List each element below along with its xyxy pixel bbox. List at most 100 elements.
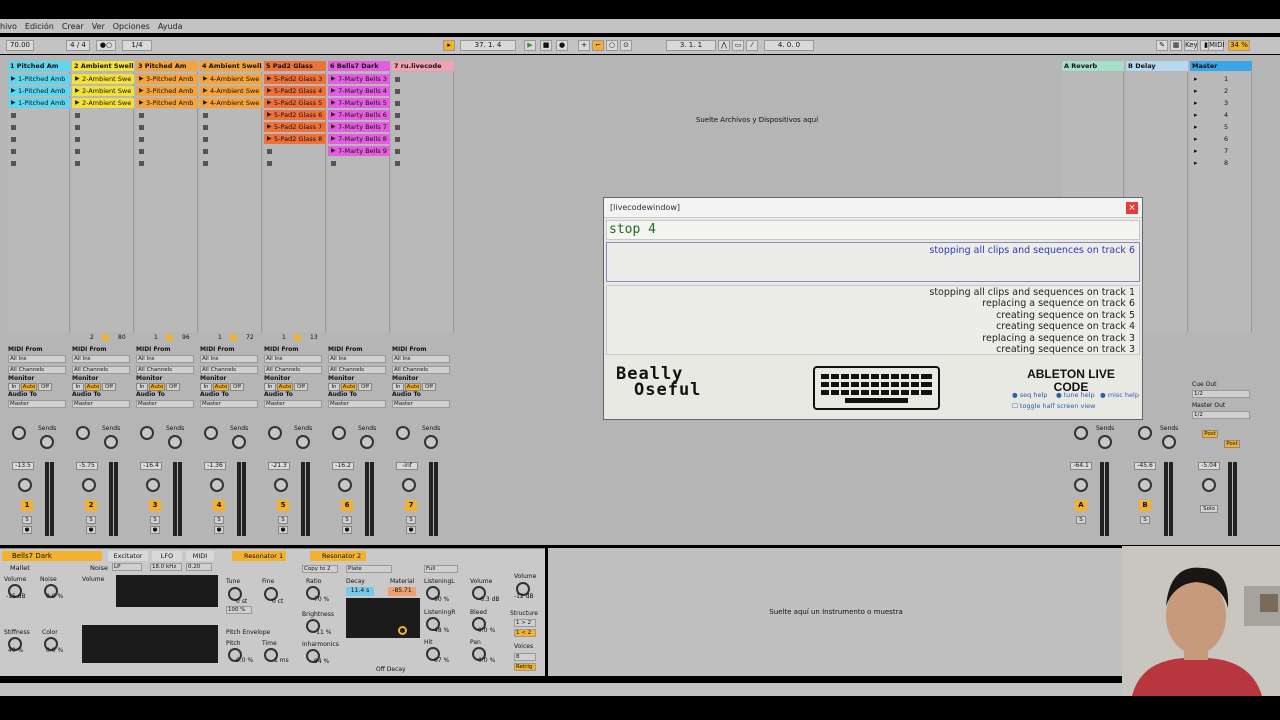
send-b-knob[interactable]	[82, 478, 96, 492]
device-track-name[interactable]: Bells7 Dark	[2, 551, 102, 561]
master-header[interactable]: Master	[1190, 61, 1252, 71]
clip-launch-icon[interactable]: ▶	[331, 124, 336, 130]
clip-slot[interactable]: 5-Pad2 Glass 3	[264, 74, 326, 84]
send-b-knob[interactable]	[402, 478, 416, 492]
empty-slot-stop-icon[interactable]	[139, 149, 144, 154]
empty-slot-stop-icon[interactable]	[203, 137, 208, 142]
track-activator-button[interactable]: 3	[149, 500, 161, 511]
clip-lane[interactable]	[200, 72, 262, 332]
scene-number[interactable]: 3	[1224, 99, 1228, 107]
midi-from-select[interactable]: All Ins	[8, 355, 66, 363]
monitor-in-button[interactable]: In	[328, 383, 340, 391]
xy-handle[interactable]	[398, 626, 407, 635]
arm-button[interactable]: ●	[406, 526, 416, 534]
send-a-knob[interactable]	[168, 435, 182, 449]
midi-from-select[interactable]: All Ins	[264, 355, 322, 363]
monitor-off-button[interactable]: Off	[38, 383, 52, 391]
volume-value[interactable]: -16.4	[140, 462, 162, 470]
arm-button[interactable]: ●	[278, 526, 288, 534]
arm-button[interactable]: ●	[86, 526, 96, 534]
draw-mode-icon[interactable]: ✎	[1156, 40, 1168, 51]
empty-slot-stop-icon[interactable]	[11, 113, 16, 118]
midi-from-select[interactable]: All Ins	[328, 355, 386, 363]
volume-value[interactable]: -64.1	[1070, 462, 1092, 470]
empty-slot-stop-icon[interactable]	[11, 161, 16, 166]
solo-button[interactable]: S	[342, 516, 352, 524]
follow-button[interactable]: ▸	[443, 40, 455, 51]
clip-launch-icon[interactable]: ▶	[11, 100, 16, 106]
clip-launch-icon[interactable]: ▶	[267, 100, 272, 106]
track-header[interactable]: 1 Pitched Am	[8, 61, 70, 71]
clip-launch-icon[interactable]: ▶	[75, 100, 80, 106]
clip-slot[interactable]: 7-Marty Bells 8	[328, 134, 390, 144]
pan-knob[interactable]	[1138, 426, 1152, 440]
clip-slot[interactable]: 5-Pad2 Glass 7	[264, 122, 326, 132]
empty-slot-stop-icon[interactable]	[267, 161, 272, 166]
tab-midi[interactable]: MIDI	[186, 551, 214, 561]
clip-slot[interactable]: 3-Pitched Amb	[136, 86, 198, 96]
clip-slot[interactable]: 1-Pitched Amb	[8, 74, 70, 84]
clip-lane[interactable]	[72, 72, 134, 332]
send-b-knob[interactable]	[338, 478, 352, 492]
send-b-knob[interactable]	[210, 478, 224, 492]
midi-channel-select[interactable]: All Channels	[72, 366, 130, 374]
midi-channel-select[interactable]: All Channels	[264, 366, 322, 374]
clip-launch-icon[interactable]: ▶	[75, 76, 80, 82]
audio-to-select[interactable]: Master	[8, 400, 66, 408]
tempo-field[interactable]: 70.00	[6, 40, 34, 51]
clip-slot[interactable]: 2-Ambient Swe	[72, 86, 134, 96]
monitor-in-button[interactable]: In	[264, 383, 276, 391]
scene-launch-icon[interactable]: ▸	[1194, 123, 1198, 131]
empty-slot-stop-icon[interactable]	[331, 161, 336, 166]
arm-button[interactable]: ●	[342, 526, 352, 534]
scene-number[interactable]: 6	[1224, 135, 1228, 143]
loop-start[interactable]: 3. 1. 1	[666, 40, 716, 51]
post-button[interactable]: Post	[1202, 430, 1218, 438]
volume-value[interactable]: -13.5	[12, 462, 34, 470]
scene-number[interactable]: 5	[1224, 123, 1228, 131]
voices-select[interactable]: 8	[514, 653, 536, 661]
menu-help[interactable]: Ayuda	[158, 22, 183, 31]
mallet-label[interactable]: Mallet	[10, 564, 30, 572]
send-a-knob[interactable]	[232, 435, 246, 449]
clip-launch-icon[interactable]: ▶	[203, 88, 208, 94]
track-activator-button[interactable]: 1	[21, 500, 33, 511]
audio-to-select[interactable]: Master	[392, 400, 450, 408]
menu-view[interactable]: Ver	[92, 22, 105, 31]
quantize-select[interactable]: 1/4	[122, 40, 152, 51]
clip-slot[interactable]: 4-Ambient Swe	[200, 98, 262, 108]
loop-switch[interactable]: ▭	[732, 40, 744, 51]
song-position[interactable]: 37. 1. 4	[460, 40, 516, 51]
monitor-off-button[interactable]: Off	[230, 383, 244, 391]
scene-launch-icon[interactable]: ▸	[1194, 75, 1198, 83]
midi-channel-select[interactable]: All Channels	[8, 366, 66, 374]
monitor-off-button[interactable]: Off	[294, 383, 308, 391]
volume-value[interactable]: -16.2	[332, 462, 354, 470]
track-activator-button[interactable]: 2	[85, 500, 97, 511]
clip-slot[interactable]: 5-Pad2 Glass 5	[264, 98, 326, 108]
play-icon[interactable]: ▶	[524, 40, 536, 51]
clip-slot[interactable]: 3-Pitched Amb	[136, 74, 198, 84]
clip-lane[interactable]	[136, 72, 198, 332]
track-activator-button[interactable]: 5	[277, 500, 289, 511]
close-icon[interactable]: ×	[1126, 202, 1138, 214]
monitor-auto-button[interactable]: Auto	[149, 383, 165, 391]
filter-type-select[interactable]: LP	[112, 563, 142, 571]
scene-launch-icon[interactable]: ▸	[1194, 99, 1198, 107]
midi-channel-select[interactable]: All Channels	[328, 366, 386, 374]
empty-slot-stop-icon[interactable]	[11, 149, 16, 154]
noise-toggle[interactable]: Noise	[90, 564, 108, 572]
clip-slot[interactable]: 1-Pitched Amb	[8, 86, 70, 96]
scene-number[interactable]: 7	[1224, 147, 1228, 155]
volume-value[interactable]: -1.36	[204, 462, 226, 470]
pan-knob[interactable]	[204, 426, 218, 440]
master-out-select[interactable]: 1/2	[1192, 411, 1250, 419]
clip-slot[interactable]: 5-Pad2 Glass 6	[264, 110, 326, 120]
clip-slot[interactable]: 7-Marty Bells 3	[328, 74, 390, 84]
clip-launch-icon[interactable]: ▶	[11, 88, 16, 94]
midi-from-select[interactable]: All Ins	[136, 355, 194, 363]
punch-out-button[interactable]: ⁄	[746, 40, 758, 51]
empty-slot-stop-icon[interactable]	[395, 125, 400, 130]
midi-from-select[interactable]: All Ins	[72, 355, 130, 363]
solo-button[interactable]: S	[150, 516, 160, 524]
